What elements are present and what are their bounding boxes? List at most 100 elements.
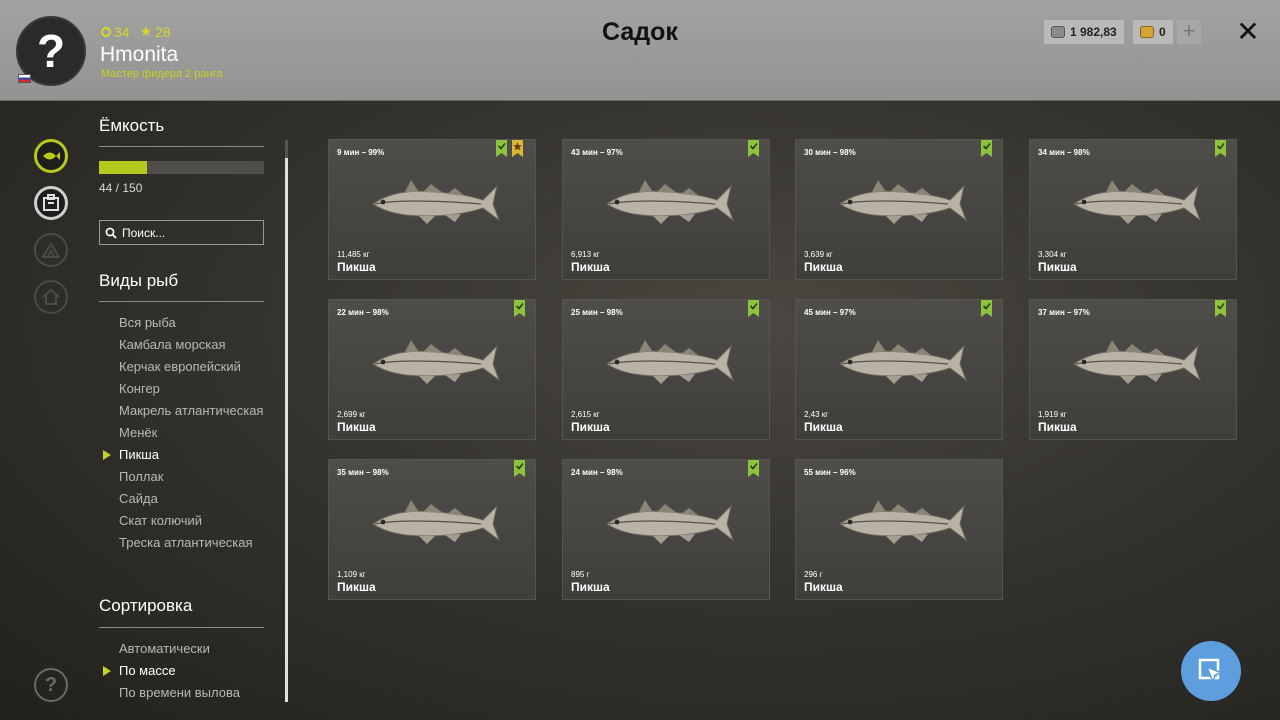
species-heading: Виды рыб: [99, 271, 179, 290]
close-button[interactable]: ✕: [1234, 18, 1262, 46]
fish-weight: 11,485 кг: [337, 250, 370, 259]
species-item[interactable]: Скат колючий: [119, 514, 269, 528]
fish-weight: 296 г: [804, 570, 823, 579]
checkmark-bookmark-icon: [748, 460, 759, 477]
catch-time-quality: 45 мин – 97%: [804, 308, 856, 317]
species-item[interactable]: Керчак европейский: [119, 360, 269, 374]
catch-time-quality: 9 мин – 99%: [337, 148, 385, 157]
checkmark-bookmark-icon: [1215, 140, 1226, 157]
species-item[interactable]: Поллак: [119, 470, 269, 484]
haddock-fish-icon: [365, 174, 501, 230]
help-button[interactable]: ?: [34, 668, 68, 702]
checkmark-bookmark-icon: [748, 300, 759, 317]
capacity-divider: [99, 146, 264, 147]
checkmark-bookmark-icon: [748, 140, 759, 157]
player-rank: Мастер фидера 2 ранга: [101, 68, 223, 80]
species-item[interactable]: Камбала морская: [119, 338, 269, 352]
fish-weight: 2,615 кг: [571, 410, 600, 419]
catch-time-quality: 24 мин – 98%: [571, 468, 623, 477]
fish-name: Пикша: [337, 260, 376, 274]
fish-name: Пикша: [571, 260, 610, 274]
haddock-fish-icon: [1066, 174, 1202, 230]
silver-amount: 1 982,83: [1070, 25, 1117, 39]
fish-card[interactable]: 35 мин – 98% 1,109 кг Пикша: [328, 459, 536, 600]
species-item[interactable]: Сайда: [119, 492, 269, 506]
capacity-text: 44 / 150: [99, 181, 143, 195]
silver-currency: 1 982,83: [1044, 20, 1124, 44]
checkmark-bookmark-icon: [514, 460, 525, 477]
fish-name: Пикша: [571, 420, 610, 434]
add-gold-button[interactable]: +: [1177, 20, 1201, 44]
fish-name: Пикша: [337, 580, 376, 594]
cursor-pointer-icon: [1198, 658, 1225, 685]
catch-time-quality: 43 мин – 97%: [571, 148, 623, 157]
fish-name: Пикша: [1038, 420, 1077, 434]
species-item[interactable]: Менёк: [119, 426, 269, 440]
gold-currency: 0: [1133, 20, 1173, 44]
search-placeholder: Поиск...: [122, 225, 166, 240]
sort-item[interactable]: По массе: [103, 664, 269, 678]
haddock-fish-icon: [599, 174, 735, 230]
catch-time-quality: 22 мин – 98%: [337, 308, 389, 317]
search-input[interactable]: Поиск...: [99, 220, 264, 245]
haddock-fish-icon: [365, 494, 501, 550]
fish-card[interactable]: 45 мин – 97% 2,43 кг Пикша: [795, 299, 1003, 440]
fish-name: Пикша: [804, 260, 843, 274]
haddock-fish-icon: [599, 334, 735, 390]
gold-coin-icon: [1140, 26, 1154, 38]
capacity-progress-bar: [99, 161, 264, 174]
fish-name: Пикша: [337, 420, 376, 434]
fish-weight: 1,109 кг: [337, 570, 366, 579]
sorting-divider: [99, 627, 264, 628]
keepnet-fish-icon[interactable]: [34, 139, 68, 173]
species-item[interactable]: Треска атлантическая: [119, 536, 269, 550]
haddock-fish-icon: [1066, 334, 1202, 390]
fish-name: Пикша: [804, 420, 843, 434]
fish-card[interactable]: 9 мин – 99% 11,485 кг Пикша: [328, 139, 536, 280]
home-icon[interactable]: [34, 280, 68, 314]
sorting-options-list: Автоматически По массе По времени вылова: [103, 642, 269, 708]
fish-card[interactable]: 25 мин – 98% 2,615 кг Пикша: [562, 299, 770, 440]
fish-card[interactable]: 37 мин – 97% 1,919 кг Пикша: [1029, 299, 1237, 440]
capacity-heading: Ёмкость: [99, 116, 165, 135]
fish-card[interactable]: 24 мин – 98% 895 г Пикша: [562, 459, 770, 600]
fish-card[interactable]: 22 мин – 98% 2,699 кг Пикша: [328, 299, 536, 440]
haddock-fish-icon: [365, 334, 501, 390]
camp-tent-icon[interactable]: [34, 233, 68, 267]
fish-weight: 895 г: [571, 570, 590, 579]
scrollbar-track-top: [285, 140, 288, 158]
fish-name: Пикша: [804, 580, 843, 594]
fish-weight: 3,639 кг: [804, 250, 833, 259]
haddock-fish-icon: [832, 334, 968, 390]
species-item[interactable]: Пикша: [103, 448, 269, 462]
fish-card[interactable]: 34 мин – 98% 3,304 кг Пикша: [1029, 139, 1237, 280]
catch-time-quality: 25 мин – 98%: [571, 308, 623, 317]
fish-weight: 2,43 кг: [804, 410, 829, 419]
catch-time-quality: 34 мин – 98%: [1038, 148, 1090, 157]
species-item[interactable]: Вся рыба: [119, 316, 269, 330]
species-item[interactable]: Конгер: [119, 382, 269, 396]
species-item[interactable]: Макрель атлантическая: [119, 404, 269, 418]
catch-time-quality: 55 мин – 96%: [804, 468, 856, 477]
inventory-box-icon[interactable]: [34, 186, 68, 220]
gold-amount: 0: [1159, 25, 1166, 39]
cursor-mode-button[interactable]: [1181, 641, 1241, 701]
sorting-heading: Сортировка: [99, 596, 193, 615]
star-bookmark-icon: [512, 140, 523, 157]
fish-name: Пикша: [571, 580, 610, 594]
capacity-progress-fill: [99, 161, 148, 174]
top-bar: ? 34 ★ 28 Hmonita Мастер фидера 2 ранга …: [0, 0, 1280, 101]
silver-coin-icon: [1051, 26, 1065, 38]
sort-item[interactable]: Автоматически: [119, 642, 269, 656]
haddock-fish-icon: [832, 494, 968, 550]
fish-card[interactable]: 43 мин – 97% 6,913 кг Пикша: [562, 139, 770, 280]
catch-time-quality: 35 мин – 98%: [337, 468, 389, 477]
catch-time-quality: 30 мин – 98%: [804, 148, 856, 157]
checkmark-bookmark-icon: [1215, 300, 1226, 317]
search-icon: [105, 227, 117, 239]
fish-card[interactable]: 30 мин – 98% 3,639 кг Пикша: [795, 139, 1003, 280]
sort-item[interactable]: По времени вылова: [119, 686, 269, 700]
catch-time-quality: 37 мин – 97%: [1038, 308, 1090, 317]
list-scrollbar[interactable]: [285, 140, 288, 702]
fish-card[interactable]: 55 мин – 96% 296 г Пикша: [795, 459, 1003, 600]
